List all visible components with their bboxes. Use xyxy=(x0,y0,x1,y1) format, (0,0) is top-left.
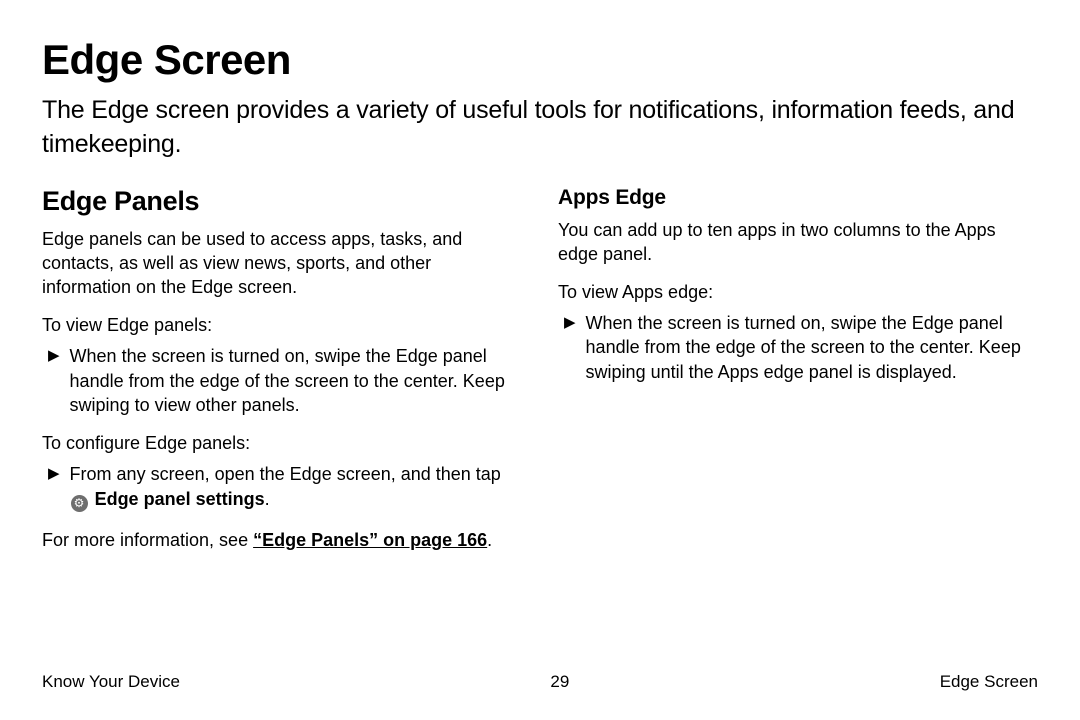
page-footer: Know Your Device 29 Edge Screen xyxy=(42,672,1038,692)
manual-page: Edge Screen The Edge screen provides a v… xyxy=(0,0,1080,720)
view-edge-panels-lead: To view Edge panels: xyxy=(42,315,522,336)
view-edge-panels-text: When the screen is turned on, swipe the … xyxy=(70,344,522,417)
apps-edge-heading: Apps Edge xyxy=(558,186,1038,210)
page-title: Edge Screen xyxy=(42,36,1038,84)
footer-topic-name: Edge Screen xyxy=(940,672,1038,692)
more-info-line: For more information, see “Edge Panels” … xyxy=(42,528,522,552)
edge-panels-heading: Edge Panels xyxy=(42,186,522,217)
view-edge-panels-step: ▶ When the screen is turned on, swipe th… xyxy=(42,344,522,417)
footer-section-name: Know Your Device xyxy=(42,672,180,692)
view-apps-edge-text: When the screen is turned on, swipe the … xyxy=(586,311,1038,384)
more-info-post: . xyxy=(487,530,492,550)
view-apps-edge-lead: To view Apps edge: xyxy=(558,282,1038,303)
configure-edge-panels-step: ▶ From any screen, open the Edge screen,… xyxy=(42,462,522,511)
edge-panels-crossref-link[interactable]: “Edge Panels” on page 166 xyxy=(253,530,487,550)
edge-panel-settings-label: Edge panel settings xyxy=(95,489,265,509)
page-intro: The Edge screen provides a variety of us… xyxy=(42,94,1038,162)
two-column-layout: Edge Panels Edge panels can be used to a… xyxy=(42,186,1038,568)
config-step-post: . xyxy=(265,489,270,509)
view-apps-edge-step: ▶ When the screen is turned on, swipe th… xyxy=(558,311,1038,384)
step-arrow-icon: ▶ xyxy=(48,464,60,484)
configure-edge-panels-text: From any screen, open the Edge screen, a… xyxy=(70,462,522,511)
gear-icon: ⚙ xyxy=(71,495,88,512)
step-arrow-icon: ▶ xyxy=(48,346,60,366)
config-step-pre: From any screen, open the Edge screen, a… xyxy=(70,464,501,484)
step-arrow-icon: ▶ xyxy=(564,313,576,333)
configure-edge-panels-lead: To configure Edge panels: xyxy=(42,433,522,454)
more-info-pre: For more information, see xyxy=(42,530,253,550)
left-column: Edge Panels Edge panels can be used to a… xyxy=(42,186,522,568)
apps-edge-desc: You can add up to ten apps in two column… xyxy=(558,218,1038,267)
right-column: Apps Edge You can add up to ten apps in … xyxy=(558,186,1038,568)
footer-page-number: 29 xyxy=(550,672,569,692)
edge-panels-desc: Edge panels can be used to access apps, … xyxy=(42,227,522,300)
